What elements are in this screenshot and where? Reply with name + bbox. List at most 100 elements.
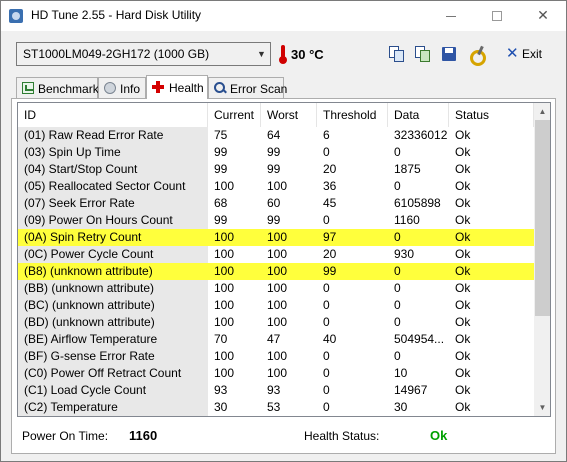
tab-benchmark[interactable]: Benchmark	[16, 77, 99, 99]
cell-threshold: 0	[323, 315, 330, 329]
scrollbar-thumb[interactable]	[535, 120, 550, 316]
cell-threshold: 6	[323, 128, 330, 142]
table-row[interactable]: (0C) Power Cycle Count 100 100 20 930 Ok	[18, 246, 534, 263]
scroll-down-icon[interactable]: ▼	[534, 399, 550, 416]
tab-info[interactable]: Info	[98, 77, 146, 99]
cell-data: 6105898	[394, 196, 441, 210]
tab-benchmark-label: Benchmark	[38, 82, 99, 96]
table-row[interactable]: (BE) Airflow Temperature 70 47 40 504954... O…	[18, 331, 534, 348]
maximize-button[interactable]	[474, 1, 520, 31]
cell-data: 0	[394, 349, 401, 363]
cell-status: Ok	[455, 196, 471, 210]
table-header: ID Current Worst Threshold Data Status	[18, 103, 534, 127]
info-icon	[104, 82, 116, 94]
maximize-icon	[492, 11, 502, 22]
cell-worst: 100	[267, 281, 288, 295]
cell-id: (C1) Load Cycle Count	[18, 382, 208, 399]
copy-text-button[interactable]	[387, 44, 407, 64]
table-row[interactable]: (C0) Power Off Retract Count 100 100 0 10 Ok	[18, 365, 534, 382]
column-header-worst[interactable]: Worst	[261, 103, 317, 127]
tab-health[interactable]: Health	[146, 75, 208, 99]
cell-current: 70	[214, 332, 228, 346]
cell-current: 99	[214, 213, 228, 227]
table-row[interactable]: (03) Spin Up Time 99 99 0 0 Ok	[18, 144, 534, 161]
cell-threshold: 20	[323, 162, 337, 176]
cell-current: 100	[214, 315, 235, 329]
column-header-current[interactable]: Current	[208, 103, 261, 127]
cell-id: (BE) Airflow Temperature	[18, 331, 208, 348]
tab-error-scan-label: Error Scan	[230, 82, 288, 96]
column-header-id[interactable]: ID	[18, 103, 208, 127]
table-row[interactable]: (BB) (unknown attribute) 100 100 0 0 Ok	[18, 280, 534, 297]
cell-status: Ok	[455, 213, 471, 227]
table-row[interactable]: (01) Raw Read Error Rate 75 64 6 32336012 Ok	[18, 127, 534, 144]
cell-threshold: 0	[323, 213, 330, 227]
cell-status: Ok	[455, 230, 471, 244]
table-row-highlighted[interactable]: (B8) (unknown attribute) 100 100 99 0 Ok	[18, 263, 534, 280]
cell-id: (BF) G-sense Error Rate	[18, 348, 208, 365]
cell-worst: 100	[267, 349, 288, 363]
cell-worst: 100	[267, 315, 288, 329]
cell-worst: 100	[267, 298, 288, 312]
tab-error-scan[interactable]: Error Scan	[208, 77, 288, 99]
cell-worst: 60	[267, 196, 281, 210]
cell-worst: 100	[267, 366, 288, 380]
table-row[interactable]: (BC) (unknown attribute) 100 100 0 0 Ok	[18, 297, 534, 314]
table-row-highlighted[interactable]: (0A) Spin Retry Count 100 100 97 0 Ok	[18, 229, 534, 246]
cell-id: (09) Power On Hours Count	[18, 212, 208, 229]
window-title: HD Tune 2.55 - Hard Disk Utility	[31, 8, 202, 22]
table-row[interactable]: (BD) (unknown attribute) 100 100 0 0 Ok	[18, 314, 534, 331]
error-scan-icon	[214, 82, 226, 94]
cell-threshold: 0	[323, 298, 330, 312]
cell-status: Ok	[455, 332, 471, 346]
minimize-button[interactable]	[428, 1, 474, 31]
cell-current: 99	[214, 162, 228, 176]
cell-worst: 99	[267, 145, 281, 159]
cell-data: 0	[394, 281, 401, 295]
vertical-scrollbar[interactable]: ▲ ▼	[534, 103, 550, 416]
table-row[interactable]: (C2) Temperature 30 53 0 30 Ok	[18, 399, 534, 416]
cell-id: (0C) Power Cycle Count	[18, 246, 208, 263]
column-header-status[interactable]: Status	[449, 103, 534, 127]
chevron-down-icon: ▼	[257, 49, 266, 59]
table-row[interactable]: (09) Power On Hours Count 99 99 0 1160 Ok	[18, 212, 534, 229]
app-window: HD Tune 2.55 - Hard Disk Utility ✕ ST100…	[0, 0, 567, 462]
close-button[interactable]: ✕	[520, 1, 566, 31]
cell-current: 30	[214, 400, 228, 414]
cell-id: (B8) (unknown attribute)	[18, 263, 208, 280]
exit-label: Exit	[522, 47, 543, 61]
cell-id: (BD) (unknown attribute)	[18, 314, 208, 331]
cell-status: Ok	[455, 179, 471, 193]
table-row[interactable]: (04) Start/Stop Count 99 99 20 1875 Ok	[18, 161, 534, 178]
cell-threshold: 0	[323, 145, 330, 159]
cell-threshold: 40	[323, 332, 337, 346]
table-row[interactable]: (05) Reallocated Sector Count 100 100 36 0 Ok	[18, 178, 534, 195]
cell-threshold: 0	[323, 366, 330, 380]
save-button[interactable]	[439, 44, 459, 64]
cell-id: (05) Reallocated Sector Count	[18, 178, 208, 195]
cell-id: (BC) (unknown attribute)	[18, 297, 208, 314]
column-header-threshold[interactable]: Threshold	[317, 103, 388, 127]
cell-status: Ok	[455, 145, 471, 159]
cell-status: Ok	[455, 281, 471, 295]
table-row[interactable]: (C1) Load Cycle Count 93 93 0 14967 Ok	[18, 382, 534, 399]
column-header-data[interactable]: Data	[388, 103, 449, 127]
cell-data: 0	[394, 230, 401, 244]
scroll-up-icon[interactable]: ▲	[534, 103, 550, 120]
cell-threshold: 99	[323, 264, 337, 278]
options-button[interactable]	[467, 44, 487, 66]
table-row[interactable]: (07) Seek Error Rate 68 60 45 6105898 Ok	[18, 195, 534, 212]
cell-threshold: 36	[323, 179, 337, 193]
power-on-time-label: Power On Time:	[22, 429, 109, 443]
cell-worst: 53	[267, 400, 281, 414]
drive-select[interactable]: ST1000LM049-2GH172 (1000 GB) ▼	[16, 42, 271, 66]
cell-data: 504954...	[394, 332, 445, 346]
smart-attributes-table[interactable]: ID Current Worst Threshold Data Status (…	[17, 102, 551, 417]
table-row[interactable]: (BF) G-sense Error Rate 100 100 0 0 Ok	[18, 348, 534, 365]
exit-button[interactable]: ✕ Exit	[500, 44, 546, 64]
cell-threshold: 0	[323, 400, 330, 414]
health-status-label: Health Status:	[304, 429, 380, 443]
copy-screenshot-button[interactable]	[413, 44, 433, 64]
cell-current: 100	[214, 230, 235, 244]
cell-worst: 100	[267, 230, 288, 244]
